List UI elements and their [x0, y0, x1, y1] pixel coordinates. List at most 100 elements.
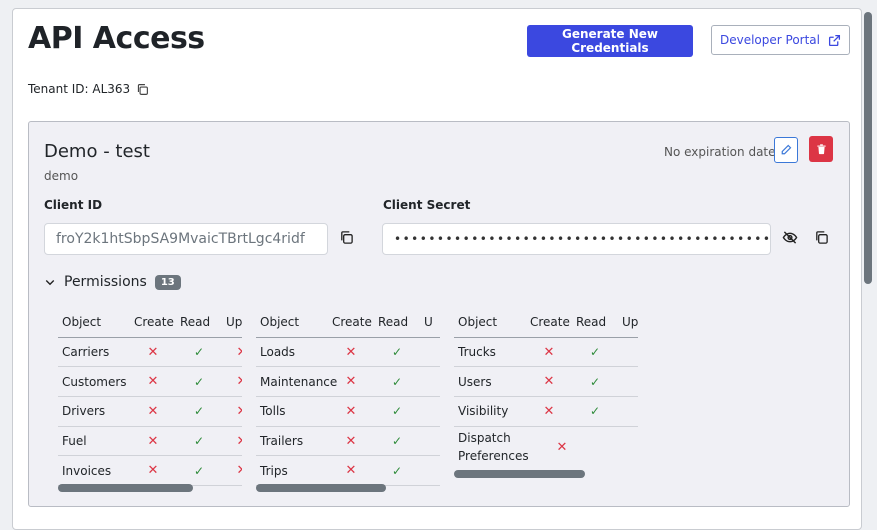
table-row: Trips ✕ ✓ [256, 456, 440, 487]
object-cell: Carriers [62, 345, 110, 360]
create-permission-cell: ✕ [556, 439, 568, 455]
permissions-label: Permissions [64, 274, 147, 290]
read-permission-cell: ✓ [391, 404, 403, 419]
object-cell: Maintenance [260, 374, 338, 389]
update-permission-cell: ✕ [222, 404, 242, 419]
client-secret-label: Client Secret [383, 198, 471, 212]
edit-credential-button[interactable] [774, 137, 798, 163]
column-header: Create [332, 315, 372, 330]
copy-client-id-button[interactable] [339, 230, 354, 245]
object-cell: Visibility [458, 404, 509, 419]
table-row: Carriers ✕ ✓ ✕ [58, 338, 242, 368]
generate-credentials-button[interactable]: Generate New Credentials [527, 25, 693, 57]
copy-icon [816, 231, 828, 244]
create-permission-cell: ✕ [345, 403, 357, 419]
table-row: Fuel ✕ ✓ ✕ [58, 427, 242, 457]
developer-portal-label: Developer Portal [719, 33, 820, 47]
external-link-icon [828, 34, 841, 46]
client-id-field[interactable]: froY2k1htSbpSA9MvaicTBrtLgc4ridf [44, 223, 328, 255]
credential-description: demo [44, 169, 79, 183]
table-row: Trucks ✕ ✓ [454, 338, 638, 368]
table-row: Users ✕ ✓ [454, 367, 638, 398]
column-header: Read [576, 315, 607, 330]
update-permission-cell: ✕ [222, 345, 242, 360]
table-row: Maintenance ✕ ✓ [256, 367, 440, 398]
create-permission-cell: ✕ [345, 344, 357, 360]
object-cell: Trucks [458, 345, 496, 360]
create-permission-cell: ✕ [543, 403, 555, 419]
table-row: Loads ✕ ✓ [256, 338, 440, 368]
column-header: Object [260, 315, 300, 330]
create-permission-cell: ✕ [147, 463, 159, 479]
read-permission-cell: ✓ [193, 345, 205, 360]
read-permission-cell: ✓ [391, 434, 403, 449]
create-permission-cell: ✕ [345, 374, 357, 390]
toggle-secret-visibility-button[interactable] [782, 230, 798, 245]
permissions-count-badge: 13 [154, 274, 181, 290]
create-permission-cell: ✕ [147, 403, 159, 419]
read-permission-cell: ✓ [589, 374, 601, 389]
update-permission-cell: ✕ [222, 463, 242, 478]
column-header: Read [180, 315, 211, 330]
api-access-panel: API Access Generate New Credentials Deve… [12, 8, 862, 530]
copy-icon [341, 231, 353, 244]
create-permission-cell: ✕ [543, 344, 555, 360]
read-permission-cell: ✓ [391, 374, 403, 389]
table-header-row: Object Create Read U [256, 308, 440, 338]
copy-client-secret-button[interactable] [814, 230, 829, 245]
expiration-text: No expiration date [664, 145, 776, 159]
table-1-scrollbar[interactable] [58, 484, 193, 492]
read-permission-cell: ✓ [589, 345, 601, 360]
client-id-label: Client ID [44, 198, 103, 212]
column-header: Upd [226, 315, 242, 330]
column-header: U [424, 315, 433, 330]
create-permission-cell: ✕ [147, 374, 159, 390]
object-cell: Customers [62, 374, 127, 389]
delete-credential-button[interactable] [809, 136, 833, 162]
column-header: Object [62, 315, 102, 330]
table-3-scrollbar[interactable] [454, 470, 585, 478]
object-cell: Fuel [62, 434, 87, 449]
create-permission-cell: ✕ [345, 433, 357, 449]
copy-icon[interactable] [136, 83, 149, 96]
create-permission-cell: ✕ [147, 344, 159, 360]
object-cell: Trailers [260, 434, 304, 449]
object-cell: Loads [260, 345, 296, 360]
page-title: API Access [28, 21, 205, 56]
column-header: Object [458, 315, 498, 330]
column-header: Create [134, 315, 174, 330]
table-row: Trailers ✕ ✓ [256, 427, 440, 457]
client-secret-field[interactable]: ••••••••••••••••••••••••••••••••••••••••… [382, 223, 771, 255]
page-scrollbar[interactable] [864, 12, 872, 284]
table-row: Invoices ✕ ✓ ✕ [58, 456, 242, 487]
create-permission-cell: ✕ [543, 374, 555, 390]
table-row: Drivers ✕ ✓ ✕ [58, 397, 242, 427]
object-cell: Trips [260, 463, 288, 478]
table-row: Visibility ✕ ✓ [454, 397, 638, 427]
table-2-scrollbar[interactable] [256, 484, 386, 492]
permissions-toggle[interactable]: Permissions 13 [44, 274, 181, 290]
object-cell: Drivers [62, 404, 106, 419]
read-permission-cell: ✓ [391, 345, 403, 360]
read-permission-cell: ✓ [193, 374, 205, 389]
read-permission-cell: ✓ [193, 404, 205, 419]
tenant-id-text: Tenant ID: AL363 [28, 82, 131, 96]
object-cell: Dispatch Preferences [458, 431, 529, 464]
read-permission-cell: ✓ [193, 463, 205, 478]
column-header: Read [378, 315, 409, 330]
permissions-table-1: Object Create Read Upd Carriers ✕ ✓ ✕ Customers ✕… [58, 308, 242, 488]
read-permission-cell: ✓ [391, 463, 403, 478]
credential-name: Demo - test [44, 141, 150, 162]
column-header: Create [530, 315, 570, 330]
create-permission-cell: ✕ [345, 463, 357, 479]
table-row: Tolls ✕ ✓ [256, 397, 440, 427]
permissions-table-2: Object Create Read U Loads ✕ ✓ Maintenance ✕ ✓ Tol… [256, 308, 440, 488]
credential-card: Demo - test demo No expiration date Clie… [28, 121, 850, 507]
developer-portal-button[interactable]: Developer Portal [711, 25, 850, 55]
chevron-down-icon [45, 280, 55, 286]
update-permission-cell: ✕ [222, 374, 242, 389]
read-permission-cell: ✓ [193, 434, 205, 449]
update-permission-cell: ✕ [222, 434, 242, 449]
eye-off-icon [782, 231, 798, 244]
object-cell: Users [458, 374, 492, 389]
